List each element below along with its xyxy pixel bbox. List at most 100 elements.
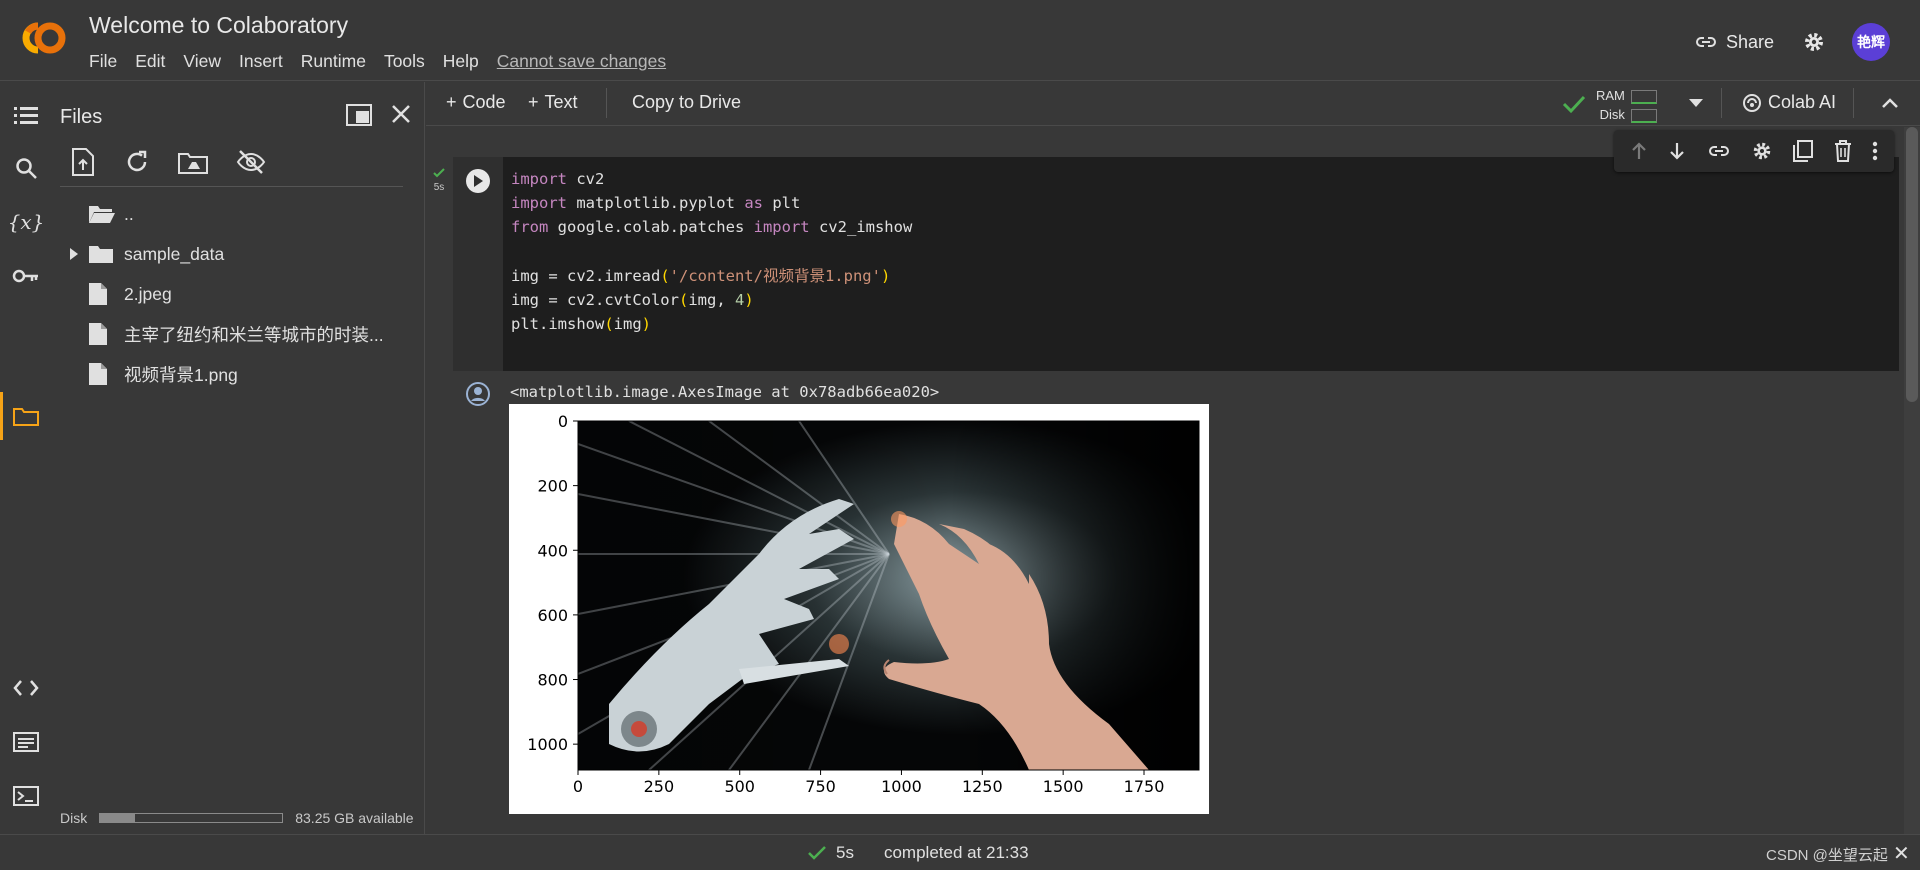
disk-usage: Disk 83.25 GB available (60, 810, 414, 826)
top-header: Welcome to Colaboratory File Edit View I… (0, 0, 1920, 81)
ram-label: RAM (1596, 88, 1625, 103)
code-editor[interactable]: import cv2 import matplotlib.pyplot as pl… (511, 167, 912, 336)
cell-toolbar (1614, 130, 1894, 172)
disk-available: 83.25 GB available (295, 810, 414, 826)
cell-exec-time: 5s (433, 182, 445, 193)
folder-icon (89, 246, 113, 263)
x-tick-label: 1250 (962, 777, 1003, 796)
terminal-icon[interactable] (12, 782, 40, 810)
user-avatar[interactable]: 艳辉 (1852, 23, 1890, 61)
code-snippets-icon[interactable] (12, 674, 40, 702)
table-of-contents-icon[interactable] (12, 102, 40, 130)
menu-runtime[interactable]: Runtime (301, 51, 366, 72)
x-tick-label: 1500 (1043, 777, 1084, 796)
files-panel-title: Files (60, 106, 103, 128)
matplotlib-output-figure: 0 250 500 750 1000 1250 1500 1750 0 200 400 600 800… (509, 404, 1209, 814)
menu-edit[interactable]: Edit (135, 51, 165, 72)
status-check-icon (808, 846, 826, 860)
resource-monitor[interactable]: RAM Disk (1596, 86, 1657, 124)
menu-tools[interactable]: Tools (384, 51, 425, 72)
cannot-save-link[interactable]: Cannot save changes (497, 51, 666, 72)
notebook-title[interactable]: Welcome to Colaboratory (89, 12, 348, 39)
tree-item-2-jpeg[interactable]: 2.jpeg (60, 274, 415, 314)
colab-ai-label: Colab AI (1768, 92, 1837, 112)
search-icon[interactable] (12, 154, 40, 182)
close-status-icon[interactable]: ✕ (1893, 841, 1910, 866)
delete-cell-icon[interactable] (1834, 140, 1852, 162)
watermark-text: CSDN @坐望云起 (1766, 847, 1888, 864)
mount-drive-icon[interactable] (178, 148, 208, 176)
tree-item-fashion-file[interactable]: 主宰了纽约和米兰等城市的时装... (60, 314, 415, 354)
code-cell[interactable]: import cv2 import matplotlib.pyplot as pl… (453, 157, 1899, 371)
expand-caret-icon[interactable] (69, 248, 79, 260)
variables-icon[interactable]: {x} (8, 208, 45, 236)
scrollbar-thumb[interactable] (1906, 127, 1918, 402)
runtime-dropdown-icon[interactable] (1688, 98, 1704, 108)
left-rail: {x} (0, 82, 48, 834)
file-tree: .. sample_data 2.jpeg 主宰了纽约和米兰等城市的时装... (60, 194, 415, 394)
rendered-image (578, 421, 1199, 770)
y-tick-label: 200 (537, 477, 568, 496)
active-indicator (0, 392, 3, 440)
menu-insert[interactable]: Insert (239, 51, 283, 72)
command-palette-icon[interactable] (12, 728, 40, 756)
upload-file-icon[interactable] (70, 148, 96, 176)
disk-label: Disk (60, 810, 88, 826)
toolbar-divider (606, 88, 607, 118)
status-time: 5s (836, 843, 854, 862)
settings-gear-icon[interactable] (1802, 30, 1826, 54)
refresh-icon[interactable] (124, 148, 150, 176)
share-button[interactable]: Share (1694, 30, 1774, 54)
x-tick-label: 1750 (1124, 777, 1165, 796)
notebook-scrollbar[interactable] (1904, 127, 1920, 834)
run-cell-button[interactable] (466, 169, 490, 193)
files-folder-icon[interactable] (12, 402, 40, 430)
cell-settings-icon[interactable] (1751, 140, 1773, 162)
status-completed: completed at 21:33 (883, 843, 1029, 862)
menu-help[interactable]: Help (443, 51, 479, 72)
disk-usage-bar (99, 813, 284, 823)
status-bar: 5s completed at 21:33 CSDN @坐望云起 ✕ (0, 834, 1920, 870)
add-code-button[interactable]: + Code (446, 92, 506, 113)
cell-gutter (453, 157, 503, 371)
y-tick-label: 600 (537, 606, 568, 625)
x-tick-label: 1000 (881, 777, 922, 796)
close-panel-icon[interactable] (391, 104, 411, 124)
code-line: img = cv2.imread('/content/视频背景1.png') (511, 266, 891, 285)
plus-icon: + (446, 92, 457, 112)
tree-item-sample-data[interactable]: sample_data (60, 234, 415, 274)
move-down-icon[interactable] (1668, 141, 1686, 161)
files-panel: Files .. sample_data 2.jpeg 主宰了纽约和米兰等城市的… (48, 82, 425, 834)
colab-ai-button[interactable]: Colab AI (1742, 92, 1836, 113)
hide-files-icon[interactable] (236, 148, 266, 176)
tree-item-video-bg[interactable]: 视频背景1.png (60, 354, 415, 394)
add-text-label: Text (544, 92, 578, 112)
colab-ai-icon (1743, 93, 1761, 112)
more-options-icon[interactable] (1872, 141, 1878, 161)
copy-to-drive-button[interactable]: Copy to Drive (632, 92, 741, 113)
tree-item-parent[interactable]: .. (60, 194, 415, 234)
menu-file[interactable]: File (89, 51, 117, 72)
output-actions-icon[interactable] (465, 381, 491, 407)
x-axis: 0 250 500 750 1000 1250 1500 1750 (573, 770, 1164, 796)
code-line: import cv2 (511, 170, 605, 188)
y-tick-label: 400 (537, 541, 568, 560)
link-cell-icon[interactable] (1707, 141, 1731, 161)
mirror-cell-icon[interactable] (1793, 140, 1814, 162)
tree-item-label: .. (124, 203, 134, 224)
move-up-icon[interactable] (1630, 141, 1648, 161)
colab-logo-icon[interactable] (16, 16, 72, 60)
y-tick-label: 1000 (527, 735, 568, 754)
add-code-label: Code (462, 92, 506, 112)
folder-open-icon (89, 206, 115, 223)
collapse-header-icon[interactable] (1881, 96, 1899, 110)
execution-status[interactable]: 5s completed at 21:33 (808, 843, 1029, 863)
menu-view[interactable]: View (183, 51, 221, 72)
x-tick-label: 750 (805, 777, 836, 796)
add-text-button[interactable]: + Text (528, 92, 578, 113)
secrets-key-icon[interactable] (12, 262, 40, 290)
open-in-tab-icon[interactable] (346, 104, 372, 126)
plus-icon: + (528, 92, 539, 112)
figure-svg: 0 250 500 750 1000 1250 1500 1750 0 200 400 600 800… (527, 412, 1200, 796)
code-line: from google.colab.patches import cv2_ims… (511, 218, 913, 237)
